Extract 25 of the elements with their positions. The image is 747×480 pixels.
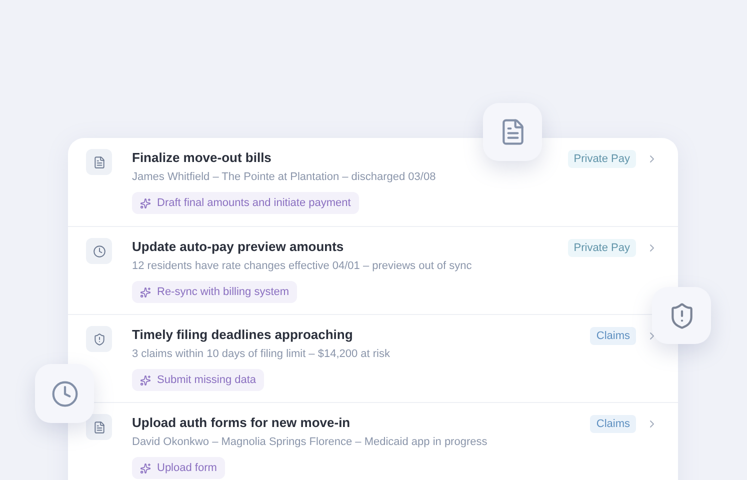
task-title: Upload auth forms for new move-in	[132, 414, 352, 432]
task-title: Update auto-pay preview amounts	[132, 238, 345, 256]
clock-icon	[50, 380, 78, 408]
action-button[interactable]: Draft final amounts and initiate payment	[132, 192, 359, 214]
sparkle-icon	[140, 462, 151, 474]
action-button[interactable]: Upload form	[132, 457, 225, 479]
shield-alert-icon	[92, 332, 106, 346]
category-tag: Claims	[590, 415, 636, 433]
task-detail: 12 residents have rate changes effective 04/01 – previews out of sync	[132, 259, 473, 274]
action-button[interactable]: Submit missing data	[132, 369, 264, 391]
task-detail: David Okonkwo – Magnolia Springs Florence – Medicaid app in progress	[132, 435, 488, 450]
category-tag: Private Pay	[568, 239, 636, 257]
sparkle-icon	[140, 286, 151, 298]
clock-icon	[92, 244, 106, 258]
sparkle-icon	[140, 198, 151, 208]
task-detail: James Whitfield – The Pointe at Plantation – discharged 03/08	[132, 170, 437, 185]
sparkle-icon	[140, 374, 151, 386]
category-tag: Private Pay	[568, 150, 636, 168]
action-button[interactable]: Re-sync with billing system	[132, 281, 298, 303]
task-detail: 3 claims within 10 days of filing limit – $14,200 at risk	[132, 347, 392, 362]
document-icon	[92, 420, 106, 434]
category-tag: Claims	[590, 327, 636, 345]
task-title: Timely filing deadlines approaching	[132, 326, 354, 344]
task-title: Finalize move-out bills	[132, 149, 272, 167]
document-icon	[92, 156, 106, 168]
